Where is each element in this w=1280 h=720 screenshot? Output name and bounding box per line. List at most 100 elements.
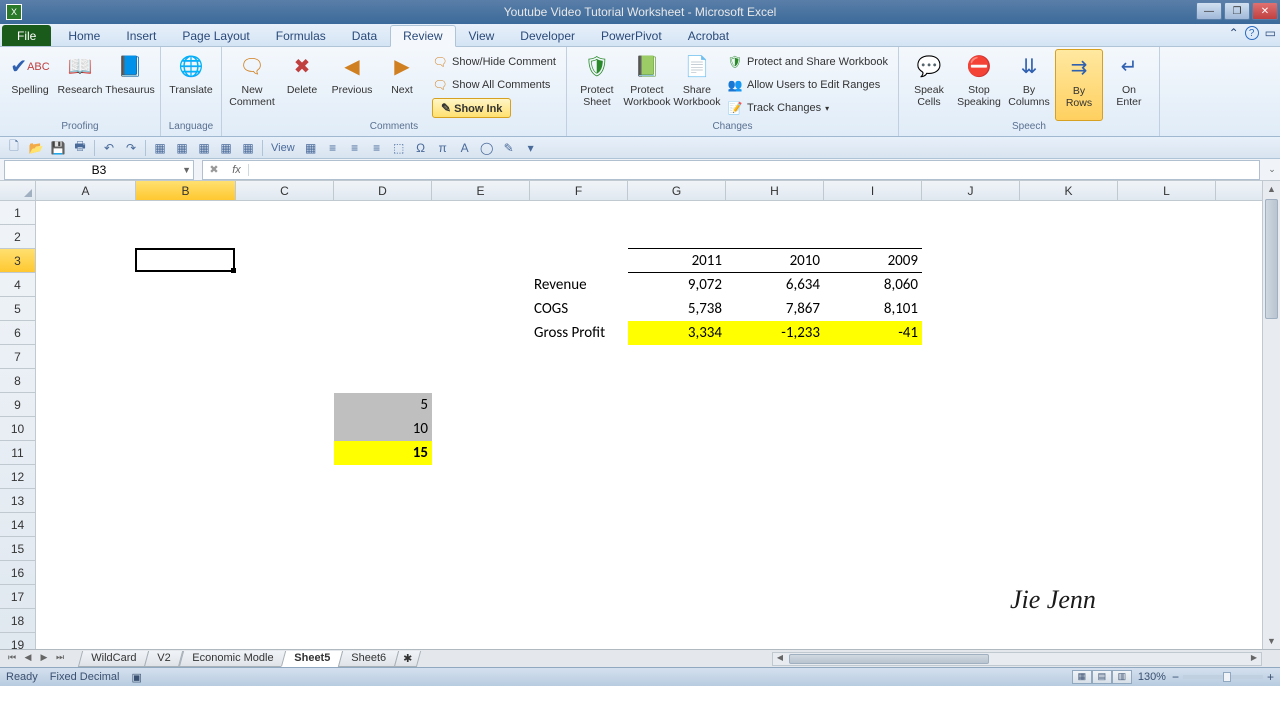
stop-speaking-button[interactable]: ⛔Stop Speaking — [955, 49, 1003, 121]
cell-I4[interactable]: 8,060 — [824, 273, 922, 297]
scroll-down-icon[interactable]: ▼ — [1263, 633, 1280, 649]
by-rows-button[interactable]: ⇉By Rows — [1055, 49, 1103, 121]
qat-align-right-icon[interactable]: ≡ — [367, 139, 387, 157]
tab-home[interactable]: Home — [55, 25, 113, 46]
qat-more-icon[interactable]: ▾ — [521, 139, 541, 157]
column-header-E[interactable]: E — [432, 181, 530, 200]
qat-save-icon[interactable]: 💾 — [48, 139, 68, 157]
share-workbook-button[interactable]: 📄Share Workbook — [673, 49, 721, 121]
column-header-F[interactable]: F — [530, 181, 628, 200]
column-header-H[interactable]: H — [726, 181, 824, 200]
zoom-out-button[interactable]: − — [1172, 670, 1179, 684]
track-changes-button[interactable]: 📝Track Changes ▾ — [723, 97, 892, 119]
zoom-slider[interactable] — [1183, 675, 1263, 679]
cell-F6[interactable]: Gross Profit — [530, 321, 628, 345]
tab-review[interactable]: Review — [390, 25, 455, 47]
formula-bar[interactable]: ✖ fx — [202, 160, 1260, 180]
normal-view-button[interactable]: ▦ — [1072, 670, 1092, 684]
qat-align-center-icon[interactable]: ≡ — [345, 139, 365, 157]
close-button[interactable]: ✕ — [1252, 2, 1278, 20]
qat-sigma-icon[interactable]: Ω — [411, 139, 431, 157]
sheet-tab-sheet6[interactable]: Sheet6 — [338, 651, 399, 667]
scroll-up-icon[interactable]: ▲ — [1263, 181, 1280, 197]
translate-button[interactable]: 🌐Translate — [167, 49, 215, 121]
cell-D9[interactable]: 5 — [334, 393, 432, 417]
column-header-L[interactable]: L — [1118, 181, 1216, 200]
by-columns-button[interactable]: ⇊By Columns — [1005, 49, 1053, 121]
status-macro-icon[interactable]: ▣ — [131, 671, 141, 684]
row-header-17[interactable]: 17 — [0, 585, 35, 609]
previous-comment-button[interactable]: ◀Previous — [328, 49, 376, 121]
minimize-button[interactable]: — — [1196, 2, 1222, 20]
cell-H3[interactable]: 2010 — [726, 249, 824, 273]
qat-brush-icon[interactable]: ✎ — [499, 139, 519, 157]
qat-btn4-icon[interactable]: ▦ — [216, 139, 236, 157]
qat-open-icon[interactable]: 📂 — [26, 139, 46, 157]
row-header-2[interactable]: 2 — [0, 225, 35, 249]
row-header-6[interactable]: 6 — [0, 321, 35, 345]
cell-H5[interactable]: 7,867 — [726, 297, 824, 321]
tab-acrobat[interactable]: Acrobat — [675, 25, 742, 46]
column-header-A[interactable]: A — [36, 181, 136, 200]
maximize-button[interactable]: ❐ — [1224, 2, 1250, 20]
cell-I5[interactable]: 8,101 — [824, 297, 922, 321]
column-header-K[interactable]: K — [1020, 181, 1118, 200]
cell-F5[interactable]: COGS — [530, 297, 628, 321]
show-ink-button[interactable]: ✎ Show Ink — [428, 97, 560, 119]
fx-icon[interactable]: fx — [225, 164, 249, 176]
cell-G4[interactable]: 9,072 — [628, 273, 726, 297]
column-header-C[interactable]: C — [236, 181, 334, 200]
allow-edit-ranges-button[interactable]: 👥Allow Users to Edit Ranges — [723, 74, 892, 96]
new-comment-button[interactable]: 🗨New Comment — [228, 49, 276, 121]
row-header-1[interactable]: 1 — [0, 201, 35, 225]
sheet-prev-icon[interactable]: ◀ — [20, 652, 36, 666]
protect-workbook-button[interactable]: 📗Protect Workbook — [623, 49, 671, 121]
ribbon-minimize-icon[interactable]: ⌃ — [1229, 26, 1239, 40]
row-header-16[interactable]: 16 — [0, 561, 35, 585]
qat-shape-icon[interactable]: ◯ — [477, 139, 497, 157]
cell-H4[interactable]: 6,634 — [726, 273, 824, 297]
protect-share-button[interactable]: 🛡Protect and Share Workbook — [723, 51, 892, 73]
cell-G3[interactable]: 2011 — [628, 249, 726, 273]
row-header-8[interactable]: 8 — [0, 369, 35, 393]
column-header-B[interactable]: B — [136, 181, 236, 200]
sheet-tab-wildcard[interactable]: WildCard — [78, 651, 150, 667]
zoom-level[interactable]: 130% — [1138, 671, 1166, 683]
tab-file[interactable]: File — [2, 25, 51, 46]
row-header-10[interactable]: 10 — [0, 417, 35, 441]
qat-pi-icon[interactable]: π — [433, 139, 453, 157]
protect-sheet-button[interactable]: 🛡Protect Sheet — [573, 49, 621, 121]
qat-text-icon[interactable]: A — [455, 139, 475, 157]
scroll-right-icon[interactable]: ▶ — [1247, 653, 1261, 665]
cell-I6[interactable]: -41 — [824, 321, 922, 345]
cell-G6[interactable]: 3,334 — [628, 321, 726, 345]
row-header-11[interactable]: 11 — [0, 441, 35, 465]
tab-insert[interactable]: Insert — [113, 25, 169, 46]
page-layout-view-button[interactable]: ▤ — [1092, 670, 1112, 684]
cell-D10[interactable]: 10 — [334, 417, 432, 441]
row-header-3[interactable]: 3 — [0, 249, 35, 273]
cell-F4[interactable]: Revenue — [530, 273, 628, 297]
vertical-scrollbar[interactable]: ▲ ▼ — [1262, 181, 1280, 649]
row-header-5[interactable]: 5 — [0, 297, 35, 321]
scroll-left-icon[interactable]: ◀ — [773, 653, 787, 665]
cell-I3[interactable]: 2009 — [824, 249, 922, 273]
qat-align-left-icon[interactable]: ≡ — [323, 139, 343, 157]
spelling-button[interactable]: ✔ABCSpelling — [6, 49, 54, 121]
qat-redo-icon[interactable]: ↷ — [121, 139, 141, 157]
sheet-last-icon[interactable]: ⏭ — [52, 652, 68, 666]
tab-powerpivot[interactable]: PowerPivot — [588, 25, 675, 46]
tab-formulas[interactable]: Formulas — [263, 25, 339, 46]
cell-G5[interactable]: 5,738 — [628, 297, 726, 321]
qat-undo-icon[interactable]: ↶ — [99, 139, 119, 157]
qat-merge-icon[interactable]: ⬚ — [389, 139, 409, 157]
formula-expand-icon[interactable]: ⌄ — [1264, 164, 1280, 175]
tab-view[interactable]: View — [456, 25, 508, 46]
row-header-9[interactable]: 9 — [0, 393, 35, 417]
speak-cells-button[interactable]: 💬Speak Cells — [905, 49, 953, 121]
delete-comment-button[interactable]: ✖Delete — [278, 49, 326, 121]
scroll-thumb[interactable] — [1265, 199, 1278, 319]
hscroll-thumb[interactable] — [789, 654, 989, 664]
show-all-comments-button[interactable]: 🗨Show All Comments — [428, 74, 560, 96]
window-options-icon[interactable]: ▭ — [1265, 26, 1276, 40]
